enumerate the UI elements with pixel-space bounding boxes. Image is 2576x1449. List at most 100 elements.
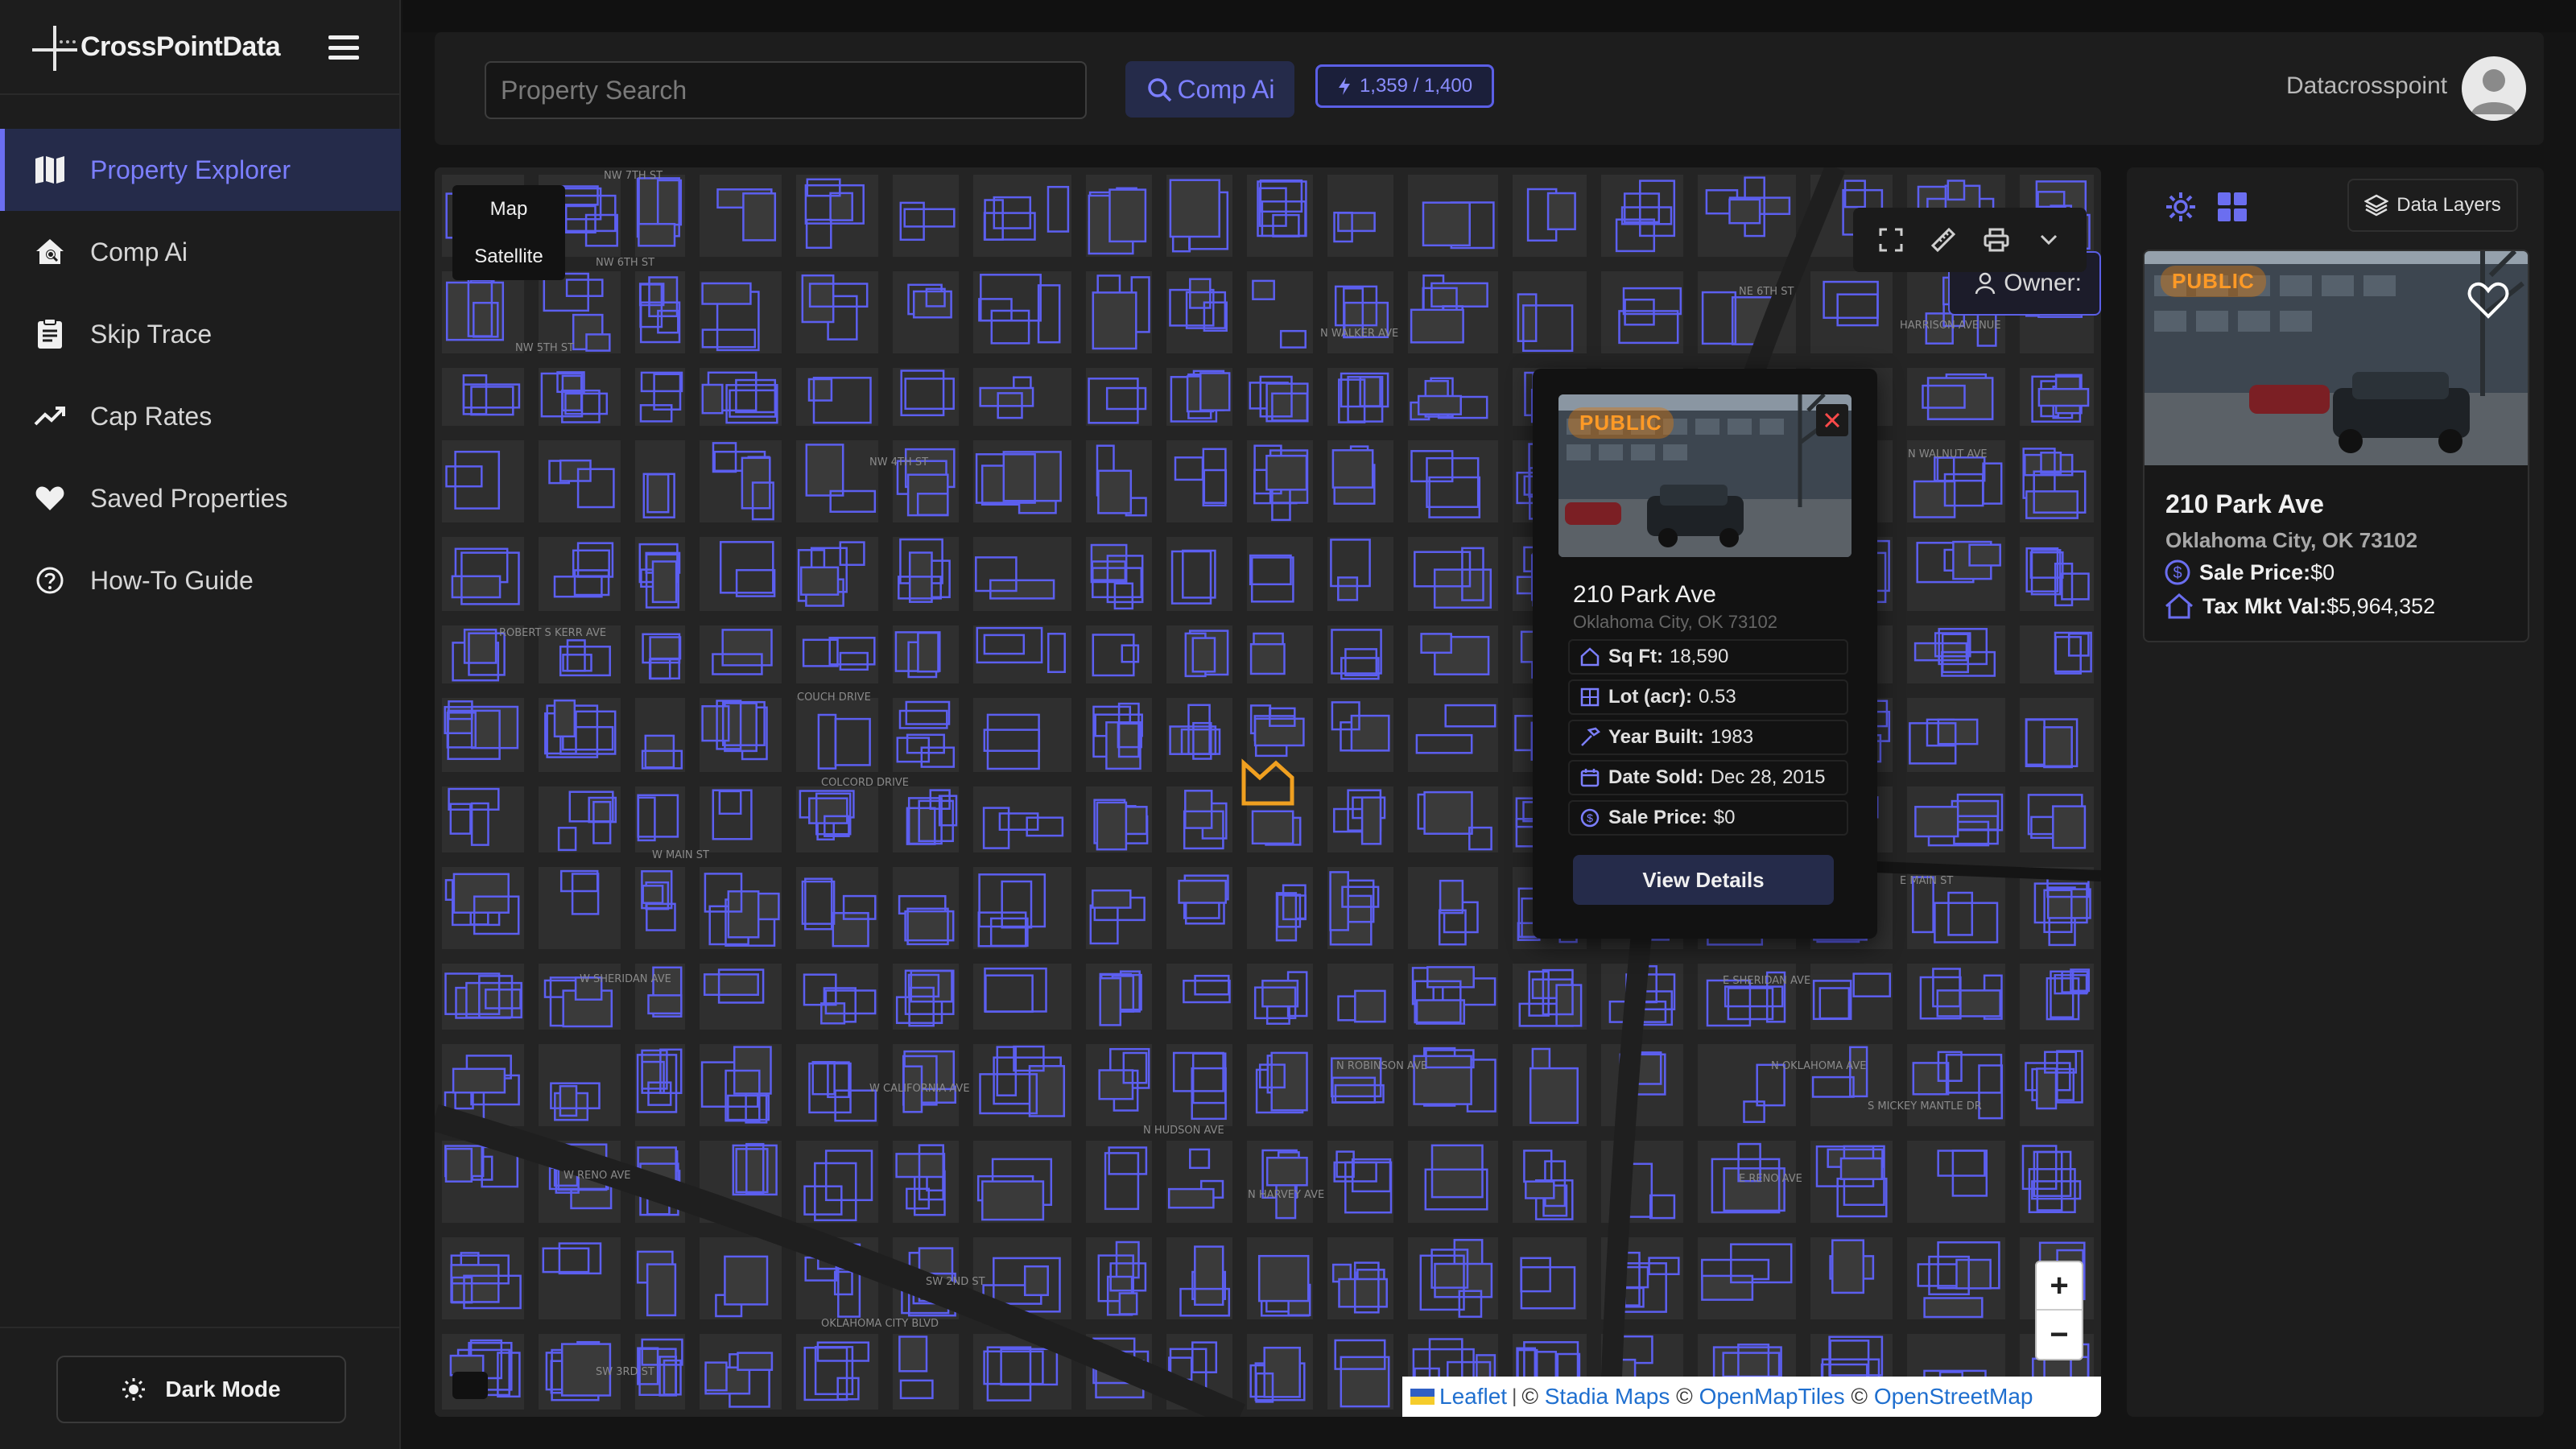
parcel-outline[interactable] bbox=[1913, 480, 1956, 518]
parcel-outline[interactable] bbox=[647, 994, 683, 1015]
dark-mode-button[interactable]: Dark Mode bbox=[56, 1356, 346, 1423]
parcel-outline[interactable] bbox=[1191, 637, 1216, 673]
gear-icon[interactable] bbox=[2159, 185, 2202, 229]
parcel-outline[interactable] bbox=[1430, 282, 1488, 308]
comp-ai-button[interactable]: Comp Ai bbox=[1125, 61, 1294, 118]
parcel-outline[interactable] bbox=[444, 1147, 473, 1183]
parcel-outline[interactable] bbox=[1426, 966, 1475, 989]
parcel-outline[interactable] bbox=[703, 973, 759, 997]
parcel-outline[interactable] bbox=[1936, 989, 2001, 1018]
sidebar-item-property-explorer[interactable]: Property Explorer bbox=[0, 129, 401, 211]
parcel-outline[interactable] bbox=[1914, 806, 1959, 838]
parcel-outline[interactable] bbox=[1096, 801, 1128, 851]
parcel-outline[interactable] bbox=[1546, 192, 1576, 231]
parcel-outline[interactable] bbox=[917, 631, 939, 673]
leaflet-link[interactable]: Leaflet bbox=[1439, 1384, 1507, 1410]
chevron-down-icon[interactable] bbox=[2029, 221, 2068, 259]
parcel-outline[interactable] bbox=[1923, 1297, 1984, 1319]
parcel-outline[interactable] bbox=[1097, 469, 1133, 514]
sidebar-item-how-to-guide[interactable]: How-To Guide bbox=[0, 539, 401, 621]
parcel-outline[interactable] bbox=[805, 444, 844, 497]
parcel-outline[interactable] bbox=[989, 579, 1055, 600]
parcel-outline[interactable] bbox=[1439, 879, 1464, 914]
data-layers-button[interactable]: Data Layers bbox=[2347, 179, 2518, 232]
parcel-outline[interactable] bbox=[1839, 1157, 1884, 1180]
parcel-outline[interactable] bbox=[646, 473, 670, 514]
parcel-outline[interactable] bbox=[1422, 201, 1471, 247]
parcel-outline[interactable] bbox=[559, 459, 592, 482]
parcel-outline[interactable] bbox=[1105, 721, 1141, 770]
parcel-outline[interactable] bbox=[1178, 879, 1227, 904]
parcel-outline[interactable] bbox=[1090, 543, 1128, 584]
parcel-outline[interactable] bbox=[1167, 1187, 1215, 1209]
parcel-outline[interactable] bbox=[1701, 1274, 1754, 1301]
parcel-outline[interactable] bbox=[1329, 871, 1349, 931]
parcel-outline[interactable] bbox=[1529, 1067, 1579, 1125]
map-type-option-satellite[interactable]: Satellite bbox=[452, 233, 565, 280]
parcel-outline[interactable] bbox=[801, 274, 835, 324]
parcel-outline[interactable] bbox=[559, 1084, 578, 1117]
parcel-outline[interactable] bbox=[1108, 188, 1147, 243]
parcel-outline[interactable] bbox=[701, 383, 724, 415]
parcel-outline[interactable] bbox=[904, 910, 955, 942]
openmaptiles-link[interactable]: OpenMapTiles bbox=[1699, 1384, 1845, 1410]
property-search-input[interactable] bbox=[485, 61, 1087, 119]
parcel-outline[interactable] bbox=[799, 566, 840, 596]
parcel-outline[interactable] bbox=[642, 885, 664, 904]
parcel-outline[interactable] bbox=[1194, 1245, 1224, 1307]
sidebar-item-skip-trace[interactable]: Skip Trace bbox=[0, 293, 401, 375]
parcel-outline[interactable] bbox=[727, 890, 760, 939]
fullscreen-icon[interactable] bbox=[1872, 221, 1910, 259]
parcel-outline[interactable] bbox=[1338, 1278, 1388, 1308]
parcel-outline[interactable] bbox=[451, 575, 502, 599]
parcel-outline[interactable] bbox=[1410, 308, 1464, 344]
map-corner-button[interactable] bbox=[452, 1372, 488, 1399]
parcel-outline[interactable] bbox=[651, 560, 678, 604]
parcel-outline[interactable] bbox=[649, 636, 682, 660]
parcel-outline[interactable] bbox=[1360, 796, 1382, 845]
sidebar-item-comp-ai[interactable]: Comp Ai bbox=[0, 211, 401, 293]
parcel-outline[interactable] bbox=[1912, 1062, 1950, 1096]
parcel-outline[interactable] bbox=[1265, 454, 1308, 491]
parcel-outline[interactable] bbox=[724, 1255, 769, 1306]
parcel-outline[interactable] bbox=[1099, 976, 1122, 1026]
parcel-outline[interactable] bbox=[470, 705, 519, 749]
parcel-outline[interactable] bbox=[979, 386, 1034, 407]
parcel-outline[interactable] bbox=[1002, 451, 1062, 502]
map-view[interactable]: NW 7TH ST NW 6TH ST NW 5TH ST NW 4TH ST ROBE… bbox=[435, 167, 2101, 1417]
zoom-in-button[interactable]: + bbox=[2037, 1262, 2082, 1311]
parcel-outline[interactable] bbox=[1415, 999, 1466, 1025]
parcel-outline[interactable] bbox=[1722, 1352, 1781, 1378]
parcel-outline[interactable] bbox=[1251, 810, 1294, 845]
parcel-outline[interactable] bbox=[1257, 1254, 1310, 1302]
parcel-outline[interactable] bbox=[1420, 633, 1452, 654]
parcel-outline[interactable] bbox=[1968, 543, 2001, 567]
parcel-outline[interactable] bbox=[721, 629, 773, 667]
parcel-outline[interactable] bbox=[585, 333, 611, 352]
parcel-outline[interactable] bbox=[1092, 291, 1137, 350]
parcel-outline[interactable] bbox=[2037, 387, 2090, 407]
parcel-outline[interactable] bbox=[2046, 888, 2091, 919]
parcel-outline[interactable] bbox=[1331, 449, 1374, 489]
sidebar-item-saved-properties[interactable]: Saved Properties bbox=[0, 457, 401, 539]
parcel-outline[interactable] bbox=[1955, 1258, 1992, 1290]
parcel-outline[interactable] bbox=[1189, 278, 1212, 309]
parcel-outline[interactable] bbox=[1555, 984, 1583, 1027]
parcel-outline[interactable] bbox=[1359, 376, 1381, 407]
parcel-outline[interactable] bbox=[1423, 791, 1473, 835]
parcel-outline[interactable] bbox=[737, 1352, 774, 1371]
parcel-outline[interactable] bbox=[1354, 989, 1386, 1023]
parcel-outline[interactable] bbox=[808, 797, 848, 824]
property-card[interactable]: PUBLIC 210 Park Ave Oklahoma City, OK 73… bbox=[2143, 250, 2529, 642]
parcel-outline[interactable] bbox=[1253, 717, 1305, 747]
parcel-outline[interactable] bbox=[916, 493, 949, 516]
view-details-button[interactable]: View Details bbox=[1573, 855, 1834, 905]
openstreetmap-link[interactable]: OpenStreetMap bbox=[1874, 1384, 2033, 1410]
parcel-outline[interactable] bbox=[1249, 642, 1286, 675]
parcel-outline[interactable] bbox=[1430, 1144, 1484, 1199]
zoom-out-button[interactable]: − bbox=[2037, 1311, 2082, 1359]
parcel-outline[interactable] bbox=[553, 699, 576, 738]
parcel-outline[interactable] bbox=[1169, 179, 1220, 238]
parcel-outline[interactable] bbox=[1252, 279, 1275, 300]
menu-toggle-icon[interactable] bbox=[328, 35, 359, 60]
